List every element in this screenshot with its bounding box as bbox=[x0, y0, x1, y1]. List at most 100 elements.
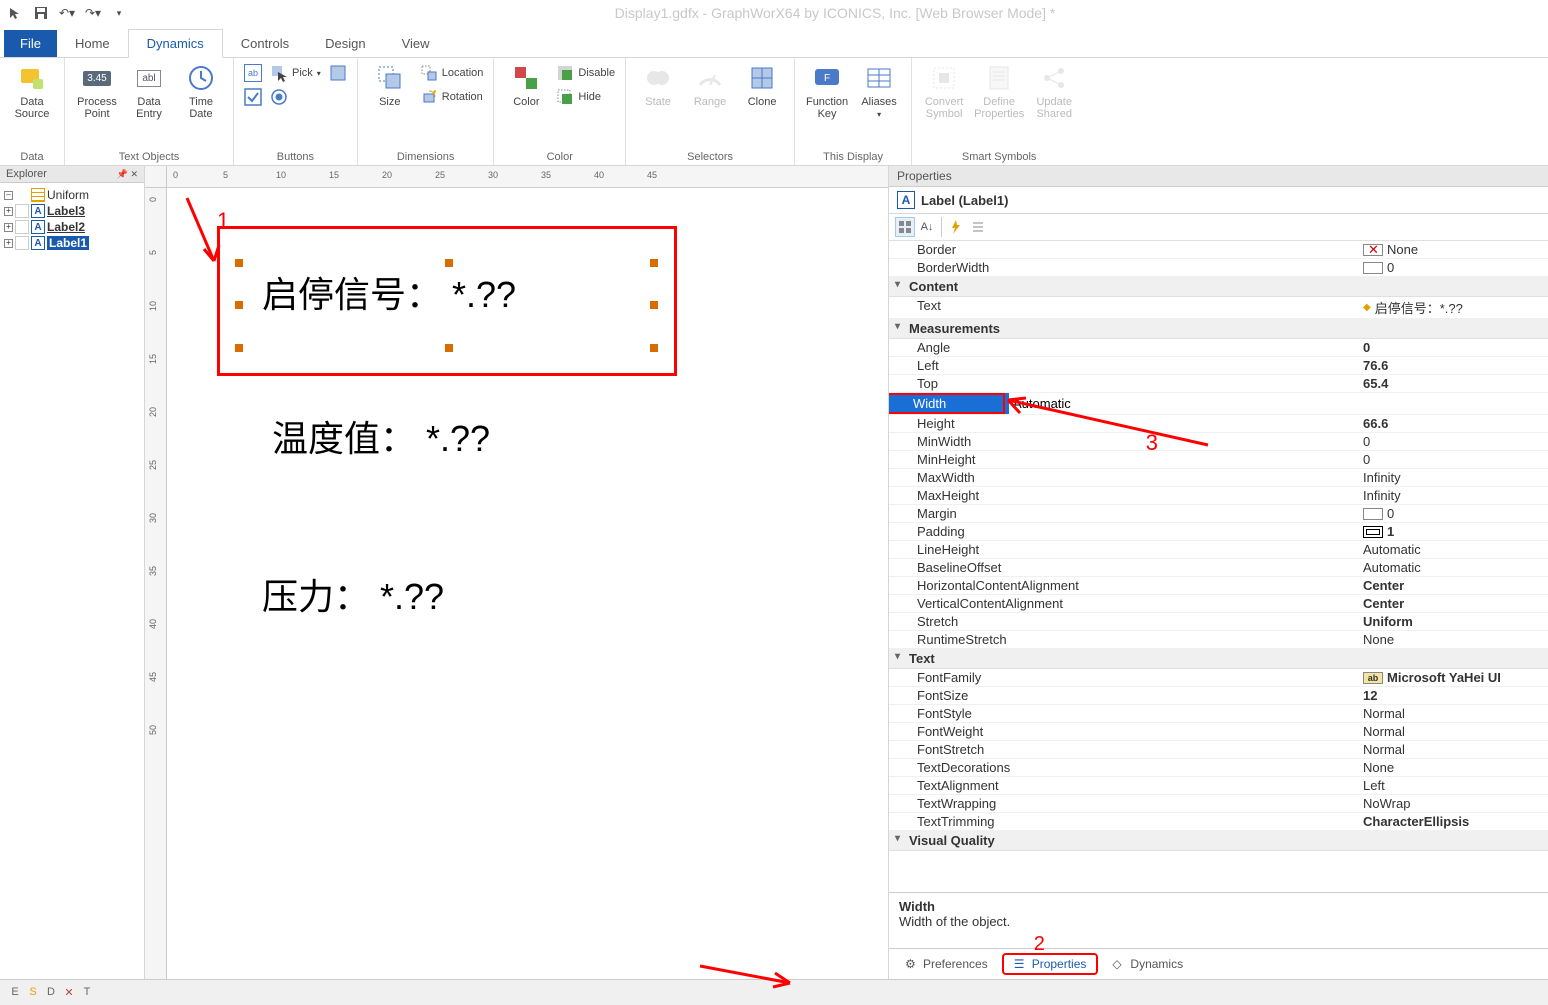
pick-button[interactable]: Pick ▾ bbox=[270, 62, 321, 84]
tab-home[interactable]: Home bbox=[57, 30, 128, 57]
tree-row-uniform[interactable]: – Uniform bbox=[2, 187, 142, 203]
property-value[interactable]: 12 bbox=[1359, 687, 1548, 704]
expand-icon[interactable]: + bbox=[4, 223, 13, 232]
property-value[interactable]: 1 bbox=[1359, 523, 1548, 540]
tab-view[interactable]: View bbox=[384, 30, 448, 57]
tab-dynamics[interactable]: Dynamics bbox=[128, 29, 223, 58]
radio-button[interactable] bbox=[270, 86, 321, 108]
tree-row-label1[interactable]: + A Label1 bbox=[2, 235, 142, 251]
property-row[interactable]: BaselineOffsetAutomatic bbox=[889, 559, 1548, 577]
list-icon[interactable] bbox=[968, 217, 988, 237]
property-row[interactable]: Top65.4 bbox=[889, 375, 1548, 393]
property-value[interactable]: 0 bbox=[1359, 259, 1548, 276]
categorized-icon[interactable] bbox=[895, 217, 915, 237]
property-value[interactable]: 0 bbox=[1359, 433, 1548, 450]
location-button[interactable]: Location bbox=[420, 62, 484, 84]
property-value[interactable]: Automatic bbox=[1359, 559, 1548, 576]
property-row[interactable]: FontWeightNormal bbox=[889, 723, 1548, 741]
design-canvas[interactable]: 1 启停信号： *.?? 温度值： *.?? 压力： *.?? bbox=[167, 188, 888, 979]
update-shared-button[interactable]: Update Shared bbox=[1032, 62, 1076, 120]
data-entry-button[interactable]: abl Data Entry bbox=[127, 62, 171, 120]
canvas-label-3[interactable]: 压力： *.?? bbox=[262, 568, 444, 620]
property-row[interactable]: Border✕None bbox=[889, 241, 1548, 259]
tree-row-label2[interactable]: + A Label2 bbox=[2, 219, 142, 235]
property-value[interactable]: Infinity bbox=[1359, 469, 1548, 486]
property-value[interactable]: ✕None bbox=[1359, 241, 1548, 258]
tab-controls[interactable]: Controls bbox=[223, 30, 307, 57]
property-row[interactable]: WidthAutomatic bbox=[889, 393, 1548, 415]
qat-dropdown-icon[interactable]: ▾ bbox=[110, 4, 128, 22]
property-value[interactable]: 65.4 bbox=[1359, 375, 1548, 392]
property-row[interactable]: MaxWidthInfinity bbox=[889, 469, 1548, 487]
property-row[interactable]: MaxHeightInfinity bbox=[889, 487, 1548, 505]
property-row[interactable]: Margin0 bbox=[889, 505, 1548, 523]
canvas-label-1[interactable]: 启停信号： *.?? bbox=[262, 266, 516, 318]
property-value[interactable]: Normal bbox=[1359, 723, 1548, 740]
dynamics-tab[interactable]: ◇Dynamics bbox=[1102, 955, 1193, 973]
property-value[interactable]: None bbox=[1359, 759, 1548, 776]
convert-symbol-button[interactable]: Convert Symbol bbox=[922, 62, 966, 120]
property-value[interactable]: Left bbox=[1359, 777, 1548, 794]
property-row[interactable]: TextDecorationsNone bbox=[889, 759, 1548, 777]
property-value[interactable]: Automatic bbox=[1009, 393, 1548, 414]
property-row[interactable]: BorderWidth0 bbox=[889, 259, 1548, 277]
property-row[interactable]: StretchUniform bbox=[889, 613, 1548, 631]
property-value[interactable]: Normal bbox=[1359, 741, 1548, 758]
property-row[interactable]: FontFamilyabMicrosoft YaHei UI bbox=[889, 669, 1548, 687]
file-tab[interactable]: File bbox=[4, 30, 57, 57]
property-category[interactable]: Visual Quality bbox=[889, 831, 1548, 851]
property-row[interactable]: Padding1 bbox=[889, 523, 1548, 541]
tab-design[interactable]: Design bbox=[307, 30, 383, 57]
color-button[interactable]: Color bbox=[504, 62, 548, 108]
property-value[interactable]: Center bbox=[1359, 577, 1548, 594]
preferences-tab[interactable]: ⚙Preferences bbox=[895, 955, 998, 973]
property-value[interactable]: CharacterEllipsis bbox=[1359, 813, 1548, 830]
status-icon-t[interactable]: T bbox=[80, 986, 94, 999]
property-row[interactable]: TextWrappingNoWrap bbox=[889, 795, 1548, 813]
redo-icon[interactable]: ↷▾ bbox=[84, 4, 102, 22]
save-icon[interactable] bbox=[32, 4, 50, 22]
undo-icon[interactable]: ↶▾ bbox=[58, 4, 76, 22]
state-button[interactable]: State bbox=[636, 62, 680, 108]
property-category[interactable]: Measurements bbox=[889, 319, 1548, 339]
property-row[interactable]: TextAlignmentLeft bbox=[889, 777, 1548, 795]
property-value[interactable]: abMicrosoft YaHei UI bbox=[1359, 669, 1548, 686]
clone-button[interactable]: Clone bbox=[740, 62, 784, 108]
data-source-button[interactable]: Data Source bbox=[10, 62, 54, 120]
property-category[interactable]: Content bbox=[889, 277, 1548, 297]
property-value[interactable]: None bbox=[1359, 631, 1548, 648]
property-row[interactable]: MinHeight0 bbox=[889, 451, 1548, 469]
property-value[interactable]: Center bbox=[1359, 595, 1548, 612]
property-value[interactable]: 0 bbox=[1359, 451, 1548, 468]
property-row[interactable]: Text◆启停信号：*.?? bbox=[889, 297, 1548, 319]
ab-button[interactable]: ab bbox=[244, 62, 262, 84]
qat-cursor-icon[interactable] bbox=[6, 4, 24, 22]
property-value[interactable]: 76.6 bbox=[1359, 357, 1548, 374]
checkbox-button[interactable] bbox=[244, 86, 262, 108]
property-row[interactable]: VerticalContentAlignmentCenter bbox=[889, 595, 1548, 613]
property-row[interactable]: FontStyleNormal bbox=[889, 705, 1548, 723]
define-properties-button[interactable]: Define Properties bbox=[974, 62, 1024, 120]
range-button[interactable]: Range bbox=[688, 62, 732, 108]
hide-button[interactable]: Hide bbox=[556, 86, 615, 108]
function-key-button[interactable]: FFunction Key bbox=[805, 62, 849, 120]
property-value[interactable]: Automatic bbox=[1359, 541, 1548, 558]
expand-icon[interactable]: – bbox=[4, 191, 13, 200]
canvas-label-2[interactable]: 温度值： *.?? bbox=[272, 410, 490, 462]
property-value[interactable]: 0 bbox=[1359, 505, 1548, 522]
size-button[interactable]: Size bbox=[368, 62, 412, 108]
property-value[interactable]: Normal bbox=[1359, 705, 1548, 722]
time-date-button[interactable]: Time Date bbox=[179, 62, 223, 120]
property-value[interactable]: Infinity bbox=[1359, 487, 1548, 504]
rotation-button[interactable]: Rotation bbox=[420, 86, 484, 108]
disable-button[interactable]: Disable bbox=[556, 62, 615, 84]
square-button[interactable] bbox=[329, 62, 347, 84]
property-row[interactable]: MinWidth0 bbox=[889, 433, 1548, 451]
property-row[interactable]: LineHeightAutomatic bbox=[889, 541, 1548, 559]
pin-close-icons[interactable]: 📌 ✕ bbox=[117, 169, 138, 180]
events-icon[interactable] bbox=[946, 217, 966, 237]
status-icon-x[interactable]: ✕ bbox=[62, 986, 76, 999]
property-value[interactable]: Uniform bbox=[1359, 613, 1548, 630]
property-row[interactable]: Height66.6 bbox=[889, 415, 1548, 433]
status-icon-d[interactable]: D bbox=[44, 986, 58, 999]
